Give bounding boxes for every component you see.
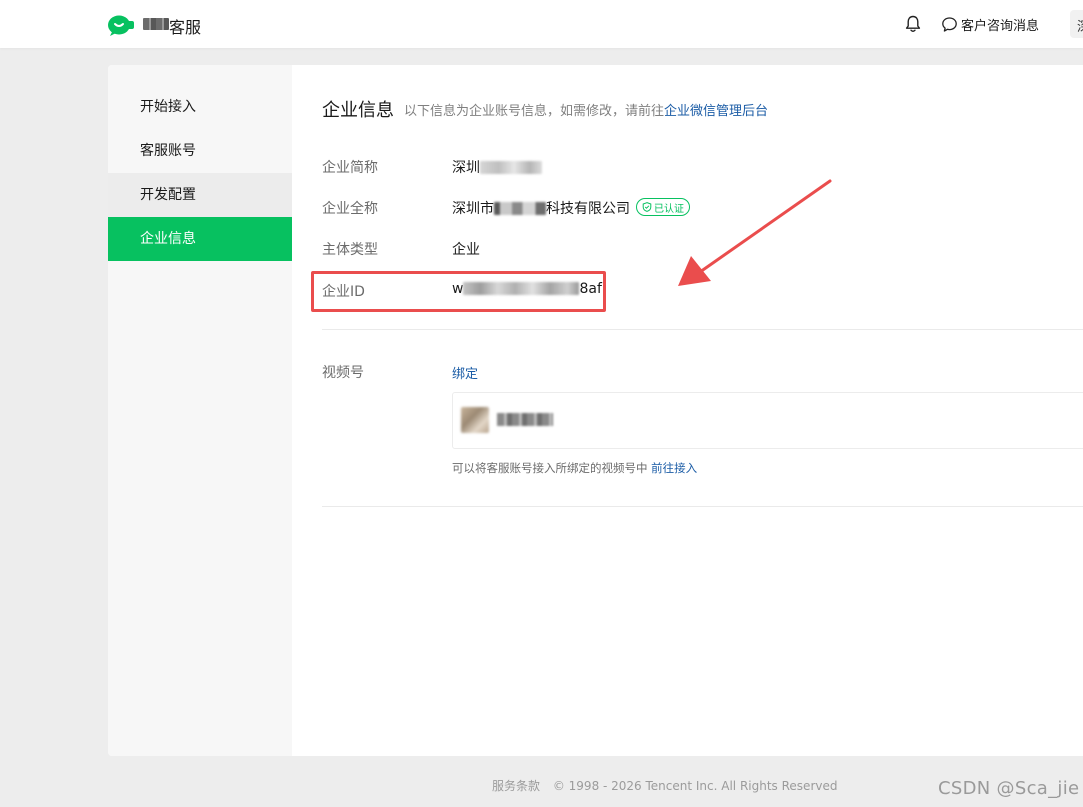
channels-hint-text: 可以将客服账号接入所绑定的视频号中: [452, 461, 648, 475]
short-name-label: 企业简称: [322, 160, 378, 176]
main-panel: 企业信息 以下信息为企业账号信息，如需修改，请前往企业微信管理后台 企业简称 深…: [292, 65, 1083, 756]
full-name-label: 企业全称: [322, 201, 378, 217]
footer: 服务条款 © 1998 - 2026 Tencent Inc. All Righ…: [492, 777, 837, 794]
page-description-text: 以下信息为企业账号信息，如需修改，请前往: [404, 104, 665, 119]
bind-channel-link[interactable]: 绑定: [452, 363, 478, 382]
content-card: 开始接入 客服账号 开发配置 企业信息 企业信息 以下信息为企业账号信息，如需修…: [108, 65, 1083, 756]
section-divider: [322, 329, 1083, 330]
annotation-highlight-box: [311, 271, 606, 312]
sidebar-item-company-info[interactable]: 企业信息: [108, 217, 292, 261]
brand-title: 客服: [169, 18, 202, 37]
section-divider-bottom: [322, 506, 1083, 507]
account-avatar-initial: 深: [1077, 16, 1083, 35]
go-connect-link[interactable]: 前往接入: [651, 461, 697, 475]
wecom-admin-link[interactable]: 企业微信管理后台: [664, 104, 768, 119]
terms-link[interactable]: 服务条款: [492, 779, 540, 793]
copyright-text: © 1998 - 2026 Tencent Inc. All Rights Re…: [552, 779, 838, 793]
page-description: 以下信息为企业账号信息，如需修改，请前往企业微信管理后台: [404, 100, 768, 119]
full-name-redacted: [494, 202, 546, 215]
bound-channel-card[interactable]: [452, 392, 1083, 449]
short-name-value: 深圳: [452, 157, 542, 177]
customer-messages-button[interactable]: 客户咨询消息: [941, 15, 1040, 34]
page-title: 企业信息: [322, 100, 394, 121]
top-bar: 客服 客户咨询消息 深: [0, 0, 1083, 48]
full-name-value: 深圳市 科技有限公司 已认证: [452, 198, 690, 218]
kefu-logo-icon[interactable]: [107, 14, 135, 36]
account-avatar[interactable]: 深: [1070, 10, 1083, 38]
full-name-suffix: 科技有限公司: [546, 201, 630, 217]
channels-label: 视频号: [322, 365, 364, 381]
short-name-redacted: [480, 161, 542, 174]
channel-avatar: [461, 407, 489, 433]
chat-bubble-icon: [942, 16, 957, 32]
sidebar-item-service-accounts[interactable]: 客服账号: [108, 129, 292, 173]
verified-badge-text: 已认证: [654, 203, 684, 215]
short-name-text: 深圳: [452, 160, 480, 176]
verified-badge: 已认证: [636, 198, 690, 216]
entity-type-value: 企业: [452, 242, 480, 258]
entity-type-label: 主体类型: [322, 242, 378, 258]
full-name-prefix: 深圳市: [452, 201, 494, 217]
shield-check-icon: [642, 202, 652, 212]
customer-messages-label: 客户咨询消息: [961, 18, 1040, 34]
sidebar-item-dev-config[interactable]: 开发配置: [108, 173, 292, 217]
watermark: CSDN @Sca_jie: [938, 778, 1080, 799]
channels-hint: 可以将客服账号接入所绑定的视频号中 前往接入: [452, 460, 697, 476]
sidebar: 开始接入 客服账号 开发配置 企业信息: [108, 65, 292, 756]
brand-name-redacted: [143, 18, 169, 30]
channel-name-redacted: [497, 413, 553, 426]
sidebar-item-get-started[interactable]: 开始接入: [108, 85, 292, 129]
bell-icon[interactable]: [905, 15, 921, 33]
